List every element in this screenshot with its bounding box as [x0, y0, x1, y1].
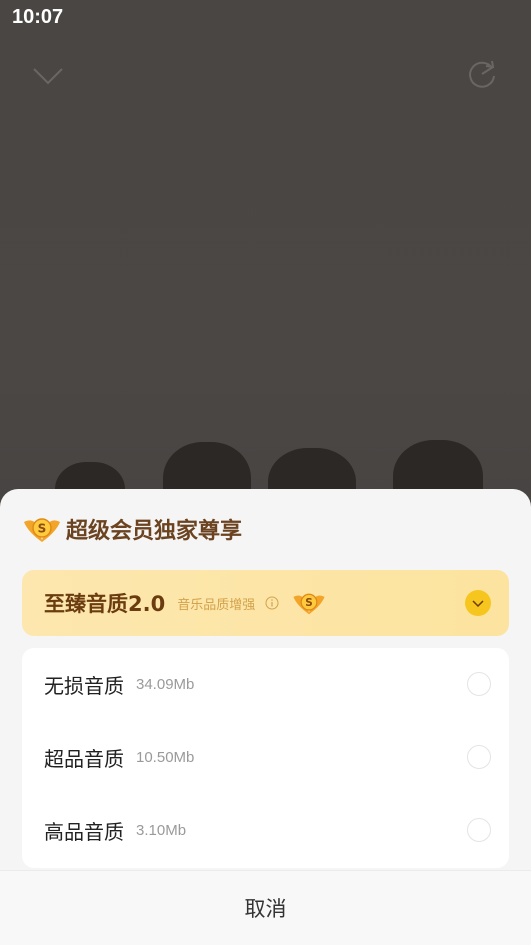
check-icon	[472, 600, 484, 608]
quality-option-size: 34.09Mb	[136, 676, 195, 693]
quality-option-size: 10.50Mb	[136, 749, 195, 766]
quality-option-high[interactable]: 高品音质 3.10Mb	[22, 794, 509, 867]
svg-text:S: S	[38, 522, 47, 536]
svg-text:S: S	[305, 597, 312, 609]
chevron-down-icon[interactable]	[30, 58, 66, 94]
premium-quality-subtitle: 音乐品质增强	[177, 597, 256, 613]
quality-option-lossless[interactable]: 无损音质 34.09Mb	[22, 648, 509, 721]
status-time: 10:07	[12, 6, 64, 28]
quality-option-label: 超品音质	[44, 747, 124, 771]
quality-option-size: 3.10Mb	[136, 822, 187, 839]
quality-options-list: 无损音质 34.09Mb 超品音质 10.50Mb 高品音质 3.10Mb	[22, 648, 509, 868]
radio-button[interactable]	[467, 818, 491, 842]
quality-sheet: S 超级会员独家尊享 至臻音质2.0 音乐品质增强 S 无损音质 34.09Mb	[0, 489, 531, 945]
premium-selected-check[interactable]	[465, 590, 491, 616]
premium-quality-option[interactable]: 至臻音质2.0 音乐品质增强 S	[22, 570, 509, 636]
sheet-footer: 取消	[0, 870, 531, 945]
quality-option-super[interactable]: 超品音质 10.50Mb	[22, 721, 509, 794]
quality-option-label: 无损音质	[44, 674, 124, 698]
radio-button[interactable]	[467, 745, 491, 769]
sheet-header: S 超级会员独家尊享	[22, 513, 242, 545]
share-icon[interactable]	[466, 58, 498, 90]
cancel-button[interactable]: 取消	[245, 893, 287, 923]
svip-badge-icon: S	[24, 518, 60, 542]
premium-quality-label: 至臻音质2.0	[44, 592, 166, 616]
svip-badge-icon: S	[293, 593, 325, 615]
quality-option-label: 高品音质	[44, 820, 124, 844]
radio-button[interactable]	[467, 672, 491, 696]
sheet-title: 超级会员独家尊享	[66, 519, 243, 544]
info-icon[interactable]	[265, 596, 279, 610]
